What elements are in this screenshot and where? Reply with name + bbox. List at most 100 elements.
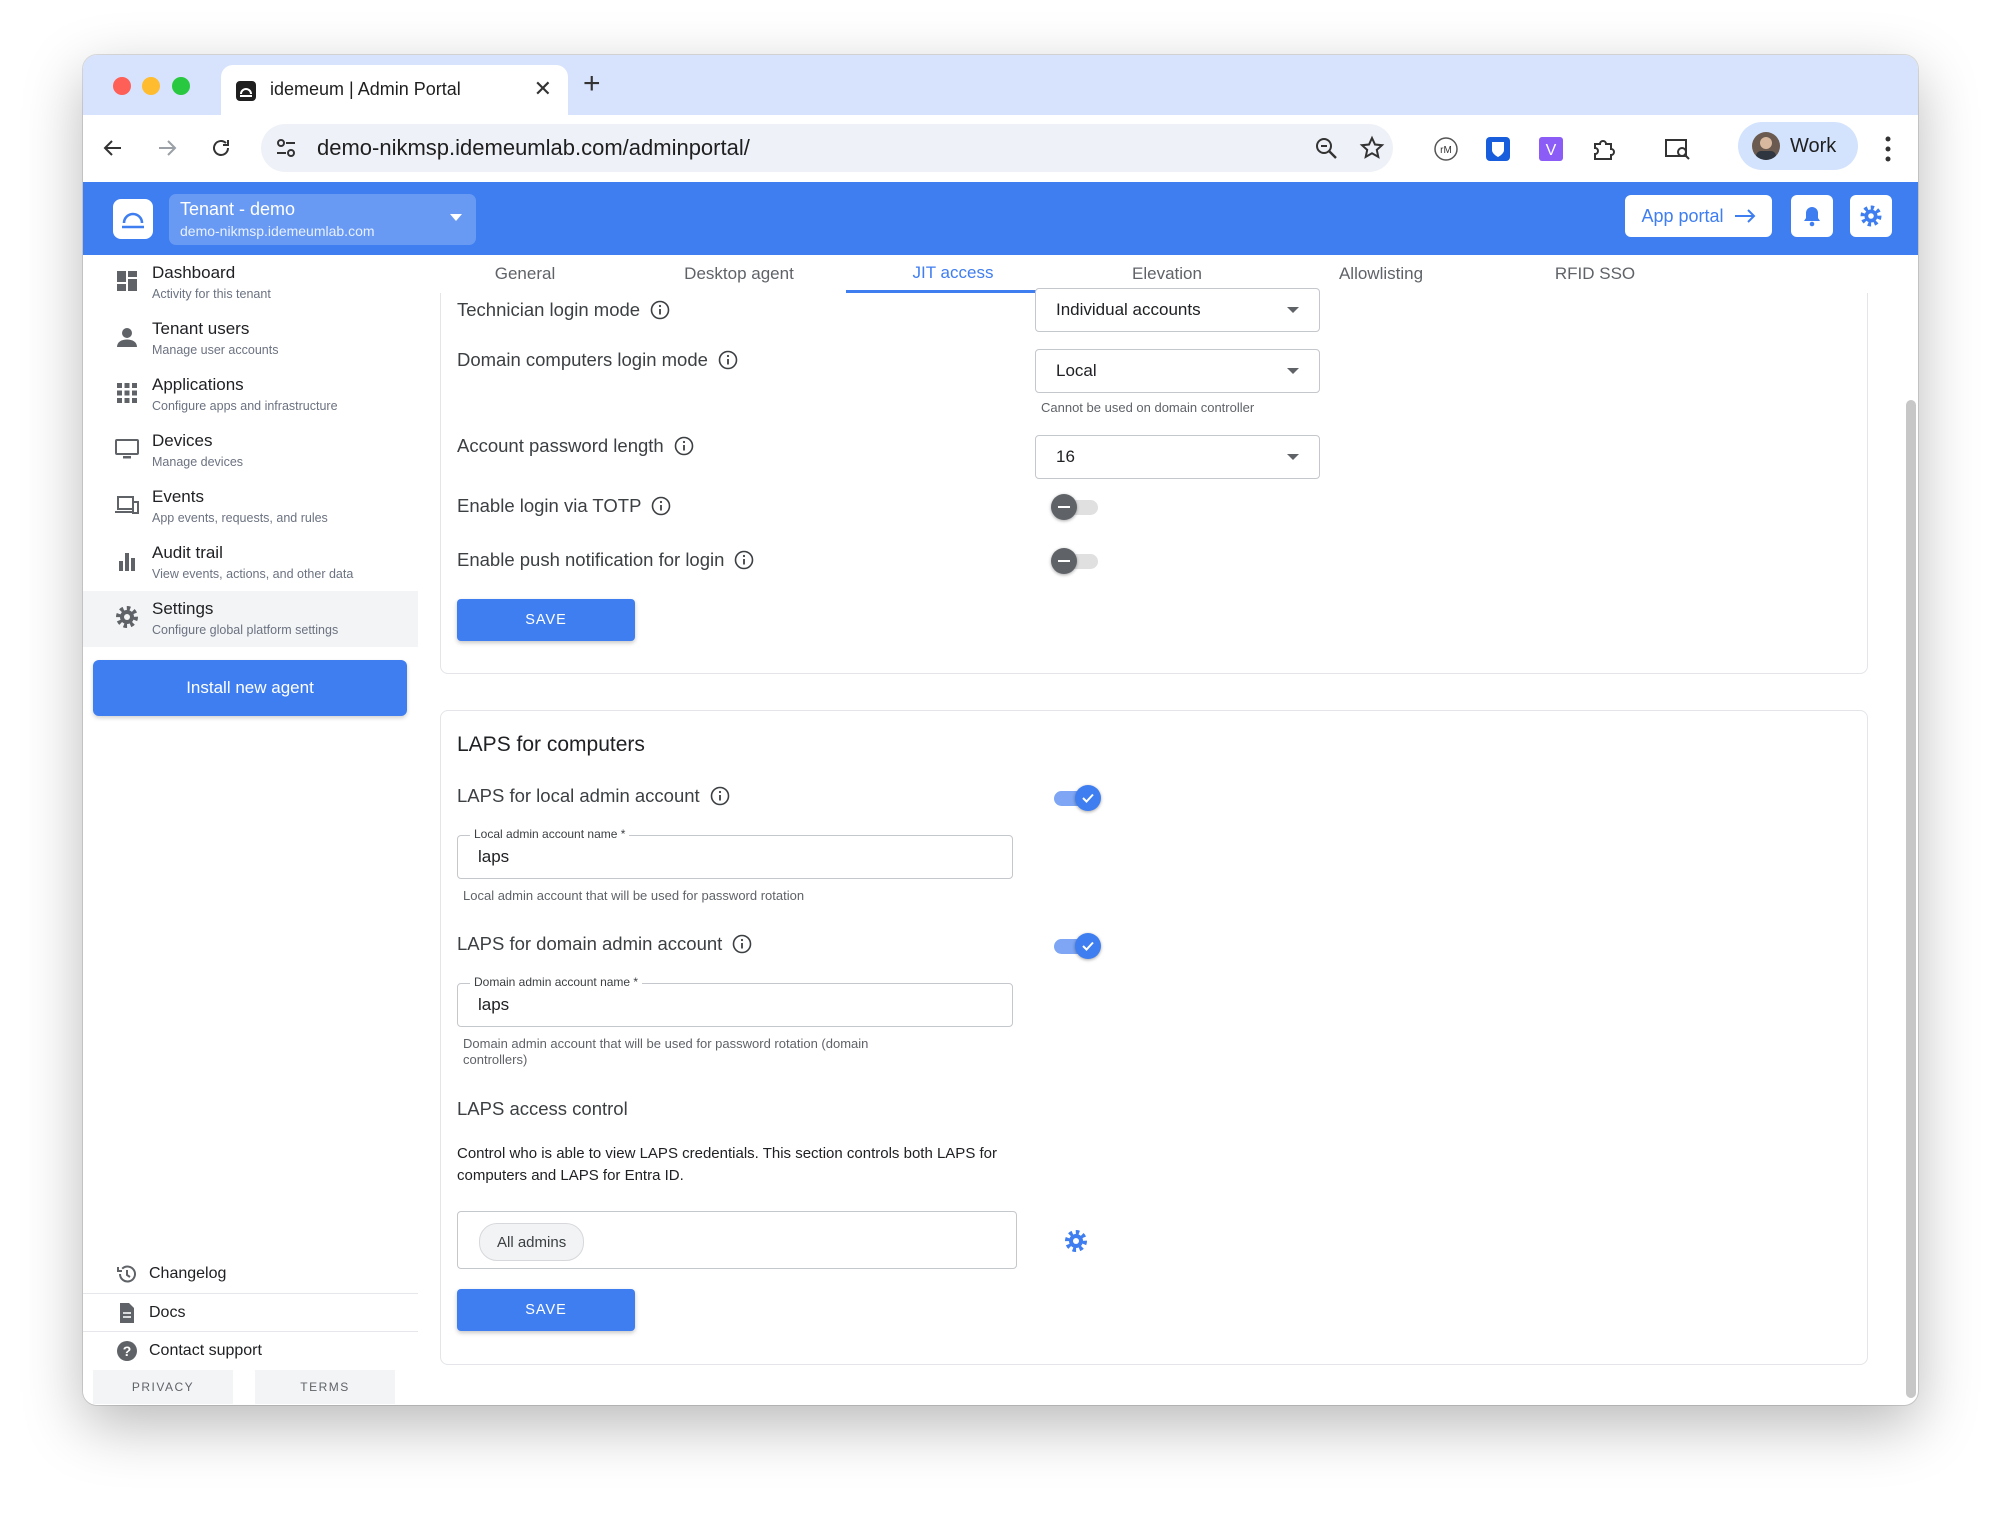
sidebar-item-events[interactable]: Events App events, requests, and rules (83, 479, 418, 535)
push-toggle[interactable] (1051, 548, 1101, 574)
sidebar-item-sub: Configure apps and infrastructure (152, 399, 338, 413)
notifications-button[interactable] (1791, 195, 1833, 237)
settings-button[interactable] (1850, 195, 1892, 237)
document-icon (120, 1303, 134, 1323)
sidebar-item-tenant-users[interactable]: Tenant users Manage user accounts (83, 311, 418, 367)
browser-tab[interactable]: idemeum | Admin Portal ✕ (221, 65, 568, 115)
sidebar-item-dashboard[interactable]: Dashboard Activity for this tenant (83, 255, 418, 311)
sidebar: Dashboard Activity for this tenant Tenan… (83, 255, 418, 1405)
domain-login-label: Domain computers login mode (457, 349, 708, 370)
reload-button[interactable] (204, 131, 238, 165)
tab-desktop-agent[interactable]: Desktop agent (632, 255, 846, 293)
toggle-check-icon (1075, 785, 1101, 811)
technician-login-select[interactable]: Individual accounts (1035, 288, 1320, 332)
close-window-button[interactable] (113, 77, 131, 95)
info-icon[interactable] (650, 300, 670, 320)
password-length-select[interactable]: 16 (1035, 435, 1320, 479)
browser-tabstrip: idemeum | Admin Portal ✕ + (83, 55, 1918, 115)
forward-button[interactable] (150, 131, 184, 165)
browser-tab-title: idemeum | Admin Portal (270, 79, 461, 99)
sidebar-item-label: Tenant users (152, 319, 250, 338)
jit-settings-card: Technician login mode Individual account… (440, 288, 1868, 674)
extension-v-icon[interactable]: V (1536, 134, 1566, 164)
site-settings-icon[interactable] (273, 135, 299, 161)
tenant-domain: demo-nikmsp.idemeumlab.com (180, 223, 375, 239)
chevron-down-icon (450, 214, 462, 221)
back-button[interactable] (96, 131, 130, 165)
laps-save-button[interactable]: SAVE (457, 1289, 635, 1331)
push-row: Enable push notification for login (457, 549, 754, 571)
all-admins-chip[interactable]: All admins (479, 1223, 585, 1261)
footer-label: Changelog (149, 1265, 227, 1282)
sidebar-item-applications[interactable]: Applications Configure apps and infrastr… (83, 367, 418, 423)
app-portal-button[interactable]: App portal (1625, 195, 1772, 237)
info-icon[interactable] (674, 436, 694, 456)
laps-card: LAPS for computers LAPS for local admin … (440, 710, 1868, 1365)
sidebar-item-settings[interactable]: Settings Configure global platform setti… (83, 591, 418, 647)
gear-icon[interactable] (1064, 1229, 1088, 1253)
extension-rm-icon[interactable]: rM (1431, 134, 1461, 164)
laps-access-field[interactable]: All admins (457, 1211, 1017, 1269)
bookmark-star-icon[interactable] (1359, 135, 1385, 161)
idemeum-logo-icon[interactable] (113, 199, 153, 239)
page-scrollbar[interactable] (1906, 400, 1916, 1398)
info-icon[interactable] (710, 786, 730, 806)
push-label: Enable push notification for login (457, 549, 725, 570)
profile-button[interactable]: Work (1738, 122, 1858, 170)
arrow-left-icon (103, 140, 121, 156)
maximize-window-button[interactable] (172, 77, 190, 95)
sidebar-item-sub: App events, requests, and rules (152, 511, 328, 525)
extensions-puzzle-icon[interactable] (1588, 134, 1618, 164)
zoom-icon[interactable] (1313, 135, 1339, 161)
laps-local-row: LAPS for local admin account (457, 785, 730, 807)
info-icon[interactable] (734, 550, 754, 570)
monitor-icon (115, 439, 139, 459)
tab-general[interactable]: General (418, 255, 632, 293)
caret-down-icon (1287, 307, 1299, 313)
tab-search-icon[interactable] (1663, 134, 1693, 164)
info-icon[interactable] (718, 350, 738, 370)
address-bar[interactable]: demo-nikmsp.idemeumlab.com/adminportal/ (261, 124, 1393, 172)
local-admin-account-input[interactable]: Local admin account name * laps (457, 827, 1013, 879)
info-icon[interactable] (732, 934, 752, 954)
technician-login-label: Technician login mode (457, 299, 641, 320)
laps-domain-toggle[interactable] (1051, 933, 1101, 959)
sidebar-item-devices[interactable]: Devices Manage devices (83, 423, 418, 479)
extension-bitwarden-icon[interactable] (1483, 134, 1513, 164)
terms-link[interactable]: TERMS (255, 1370, 395, 1404)
sidebar-footer-contact-support[interactable]: ? Contact support (83, 1331, 418, 1370)
laps-domain-row: LAPS for domain admin account (457, 933, 752, 955)
apps-grid-icon (117, 383, 137, 403)
field-value: laps (478, 995, 510, 1014)
sidebar-footer-changelog[interactable]: Changelog (83, 1255, 418, 1293)
sidebar-item-label: Applications (152, 375, 244, 394)
tenant-selector[interactable]: Tenant - demo demo-nikmsp.idemeumlab.com (169, 194, 476, 245)
sidebar-footer-docs[interactable]: Docs (83, 1293, 418, 1332)
sidebar-item-audit-trail[interactable]: Audit trail View events, actions, and ot… (83, 535, 418, 591)
browser-menu-icon[interactable] (1883, 135, 1893, 163)
info-icon[interactable] (651, 496, 671, 516)
url-text[interactable]: demo-nikmsp.idemeumlab.com/adminportal/ (317, 135, 750, 161)
close-tab-icon[interactable]: ✕ (534, 76, 552, 102)
minimize-window-button[interactable] (142, 77, 160, 95)
install-new-agent-button[interactable]: Install new agent (93, 660, 407, 716)
jit-save-button[interactable]: SAVE (457, 599, 635, 641)
tab-rfid-sso[interactable]: RFID SSO (1488, 255, 1702, 293)
person-icon (117, 328, 137, 347)
footer-label: Contact support (149, 1342, 262, 1359)
field-value: laps (478, 847, 510, 866)
help-icon: ? (117, 1341, 137, 1361)
domain-admin-account-input[interactable]: Domain admin account name * laps (457, 975, 1013, 1027)
totp-toggle[interactable] (1051, 494, 1101, 520)
bell-icon (1804, 207, 1820, 227)
gear-icon (116, 606, 138, 628)
privacy-link[interactable]: PRIVACY (93, 1370, 233, 1404)
domain-login-select[interactable]: Local (1035, 349, 1320, 393)
tab-jit-access[interactable]: JIT access (846, 255, 1060, 293)
arrow-right-icon (1734, 209, 1755, 223)
laps-local-toggle[interactable] (1051, 785, 1101, 811)
sidebar-item-sub: Manage user accounts (152, 343, 279, 357)
new-tab-button[interactable]: + (583, 65, 601, 103)
sidebar-item-label: Dashboard (152, 263, 236, 282)
laps-domain-label: LAPS for domain admin account (457, 933, 723, 954)
